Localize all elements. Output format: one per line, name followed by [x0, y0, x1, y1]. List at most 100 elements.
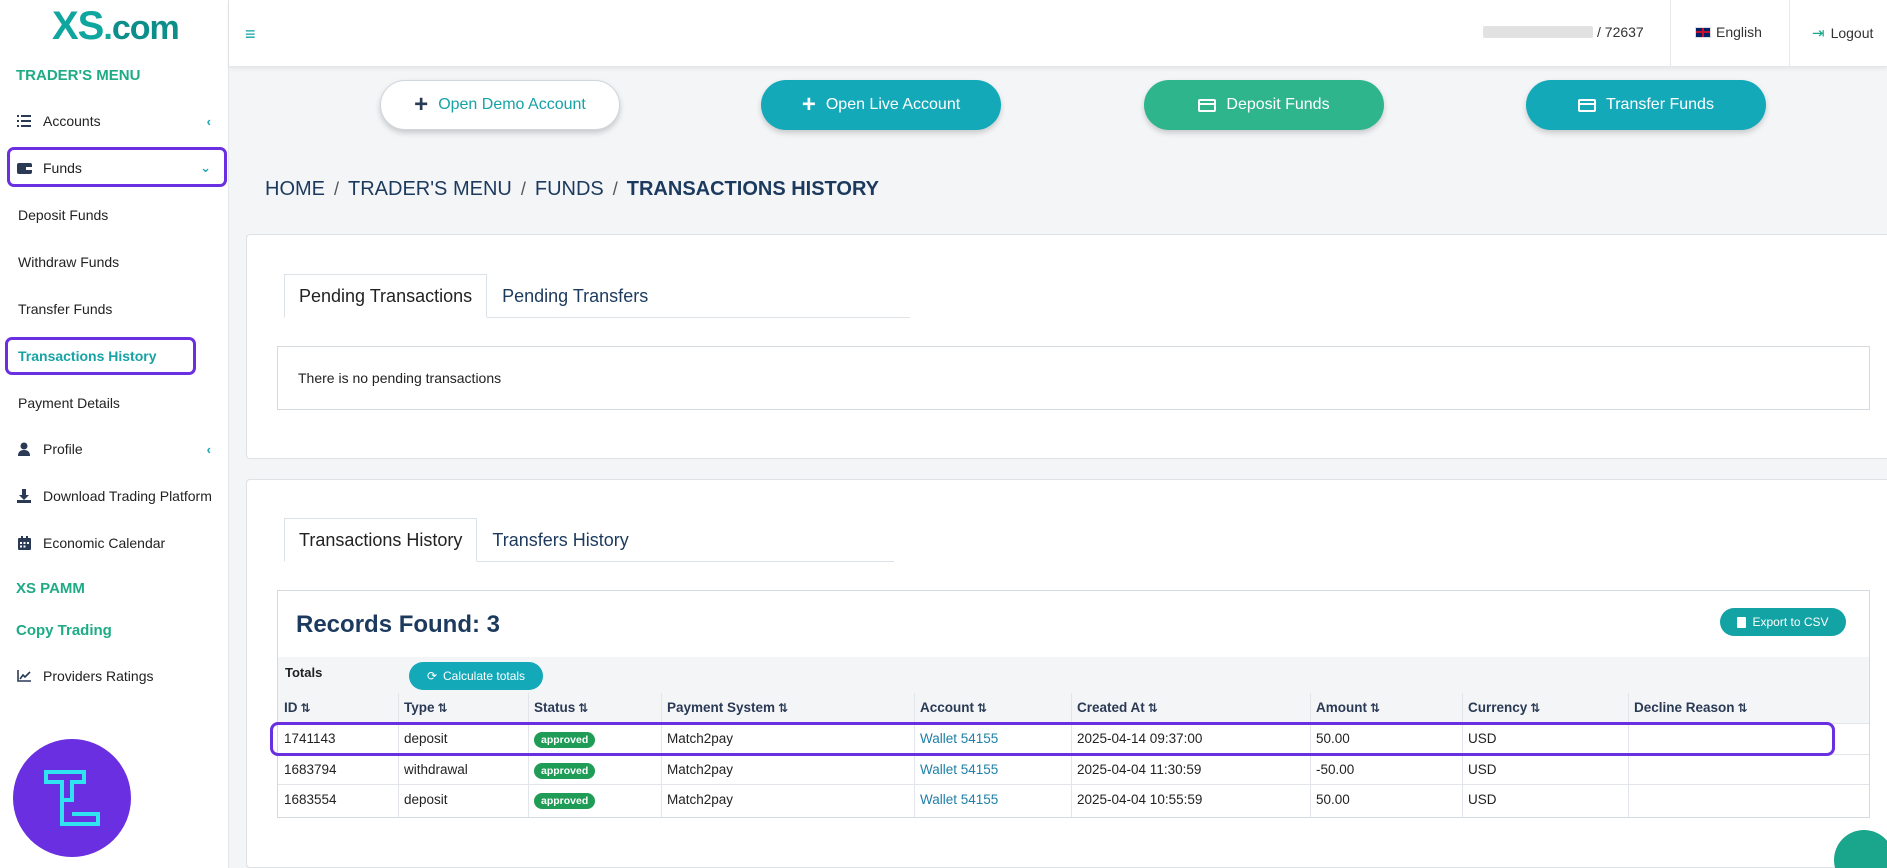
tab-transfers-history[interactable]: Transfers History	[477, 518, 644, 562]
column-header-decline-reason[interactable]: Decline Reason ⇅	[1634, 700, 1748, 715]
sort-icon: ⇅	[437, 701, 448, 715]
hamburger-menu-icon[interactable]: ≡	[245, 24, 256, 45]
logout-button[interactable]: ⇥ Logout	[1812, 24, 1873, 42]
divider	[1670, 0, 1671, 67]
header-label: Type	[404, 700, 435, 715]
button-label: Transfer Funds	[1606, 96, 1714, 113]
credit-card-icon	[1578, 98, 1597, 112]
breadcrumb-funds[interactable]: FUNDS	[535, 178, 604, 201]
header-label: Account	[920, 700, 974, 715]
account-number: / 72637	[1483, 24, 1644, 40]
sidebar: XS.com TRADER'S MENU Accounts ‹ Funds ⌄ …	[0, 0, 229, 868]
language-selector[interactable]: English	[1695, 24, 1762, 40]
records-found-title: Records Found: 3	[296, 611, 501, 638]
sort-icon: ⇅	[778, 701, 789, 715]
sort-icon: ⇅	[1147, 701, 1158, 715]
header-label: Currency	[1468, 700, 1528, 715]
sidebar-item-profile[interactable]: Profile ‹	[0, 433, 229, 465]
history-tabs: Transactions History Transfers History	[284, 518, 644, 562]
sort-icon: ⇅	[578, 701, 589, 715]
cell-amount: 50.00	[1316, 792, 1350, 807]
tab-transactions-history[interactable]: Transactions History	[284, 518, 478, 562]
calculate-totals-button[interactable]: ⟳ Calculate totals	[409, 662, 543, 690]
funds-highlight-outline	[7, 147, 227, 187]
sidebar-item-accounts[interactable]: Accounts ‹	[0, 105, 229, 137]
button-label: Open Live Account	[825, 96, 961, 113]
logo-com: com	[111, 9, 180, 47]
section-xs-pamm[interactable]: XS PAMM	[16, 580, 85, 597]
cell-created-at: 2025-04-04 10:55:59	[1077, 792, 1203, 807]
column-header-id[interactable]: ID ⇅	[284, 700, 311, 715]
header-label: Decline Reason	[1634, 700, 1735, 715]
column-header-currency[interactable]: Currency ⇅	[1468, 700, 1540, 715]
open-live-account-button[interactable]: + Open Live Account	[761, 80, 1001, 130]
sidebar-item-label: Providers Ratings	[43, 668, 154, 684]
status-badge: approved	[534, 763, 596, 779]
open-demo-account-button[interactable]: + Open Demo Account	[380, 80, 620, 130]
table-header-row: ID ⇅ Type ⇅ Status ⇅ Payment System ⇅ Accoun…	[278, 693, 1869, 723]
sidebar-subitem-transfer-funds[interactable]: Transfer Funds	[18, 301, 112, 317]
column-header-payment-system[interactable]: Payment System ⇅	[667, 700, 788, 715]
cell-account-link[interactable]: Wallet 54155	[920, 792, 998, 807]
line-chart-icon	[15, 669, 33, 683]
plus-icon: +	[801, 91, 816, 118]
button-label: Calculate totals	[443, 669, 526, 683]
section-copy-trading[interactable]: Copy Trading	[16, 622, 112, 639]
sidebar-subitem-payment-details[interactable]: Payment Details	[18, 395, 120, 411]
header-label: Created At	[1077, 700, 1145, 715]
column-header-created-at[interactable]: Created At ⇅	[1077, 700, 1158, 715]
sidebar-subitem-withdraw-funds[interactable]: Withdraw Funds	[18, 254, 119, 270]
sidebar-item-download-platform[interactable]: Download Trading Platform	[0, 480, 229, 512]
sidebar-item-providers-ratings[interactable]: Providers Ratings	[0, 660, 229, 692]
totals-label: Totals	[285, 665, 323, 680]
user-icon	[15, 442, 33, 456]
refresh-icon: ⟳	[426, 669, 437, 683]
transfer-funds-button[interactable]: Transfer Funds	[1526, 80, 1766, 130]
column-header-amount[interactable]: Amount ⇅	[1316, 700, 1380, 715]
sort-icon: ⇅	[977, 701, 988, 715]
cell-created-at: 2025-04-04 11:30:59	[1077, 762, 1202, 777]
transactions-history-highlight-outline	[5, 337, 196, 375]
sort-icon: ⇅	[1737, 701, 1748, 715]
sidebar-item-economic-calendar[interactable]: Economic Calendar	[0, 527, 229, 559]
xs-logo[interactable]: XS.com	[52, 4, 180, 49]
cell-type: deposit	[404, 792, 448, 807]
tab-pending-transfers[interactable]: Pending Transfers	[487, 274, 664, 318]
history-panel: Transactions History Transfers History R…	[246, 479, 1887, 868]
cell-amount: -50.00	[1316, 762, 1355, 777]
column-header-type[interactable]: Type ⇅	[404, 700, 448, 715]
table-row[interactable]: 1683794 withdrawal approved Match2pay Wa…	[278, 754, 1869, 784]
deposit-funds-button[interactable]: Deposit Funds	[1144, 80, 1384, 130]
status-badge: approved	[534, 793, 596, 809]
list-icon	[15, 114, 33, 128]
file-icon	[1737, 616, 1747, 628]
logo-dot: .	[103, 9, 113, 47]
uk-flag-icon	[1695, 26, 1711, 38]
plus-icon: +	[414, 91, 429, 118]
table-row[interactable]: 1683554 deposit approved Match2pay Walle…	[278, 784, 1869, 814]
sidebar-item-label: Economic Calendar	[43, 535, 166, 551]
export-csv-button[interactable]: Export to CSV	[1720, 608, 1846, 636]
section-traders-menu: TRADER'S MENU	[16, 67, 141, 84]
button-label: Open Demo Account	[438, 96, 586, 113]
sort-icon: ⇅	[1530, 701, 1541, 715]
chevron-left-icon: ‹	[206, 113, 211, 129]
cell-payment-system: Match2pay	[667, 792, 734, 807]
cell-account-link[interactable]: Wallet 54155	[920, 762, 998, 777]
account-number-suffix: / 72637	[1597, 24, 1644, 40]
header-label: Status	[534, 700, 576, 715]
pending-tabs: Pending Transactions Pending Transfers	[284, 274, 664, 318]
credit-card-icon	[1198, 98, 1217, 112]
breadcrumb-separator: /	[612, 179, 618, 199]
tab-pending-transactions[interactable]: Pending Transactions	[284, 274, 488, 318]
breadcrumb-home[interactable]: HOME	[265, 178, 325, 201]
cell-currency: USD	[1468, 762, 1497, 777]
totals-row: Totals ⟳ Calculate totals	[278, 657, 1869, 693]
cell-id: 1683554	[284, 792, 337, 807]
column-header-status[interactable]: Status ⇅	[534, 700, 588, 715]
logout-label: Logout	[1830, 25, 1874, 41]
breadcrumb-traders-menu[interactable]: TRADER'S MENU	[348, 178, 512, 201]
header-label: Amount	[1316, 700, 1367, 715]
sidebar-subitem-deposit-funds[interactable]: Deposit Funds	[18, 207, 108, 223]
column-header-account[interactable]: Account ⇅	[920, 700, 987, 715]
